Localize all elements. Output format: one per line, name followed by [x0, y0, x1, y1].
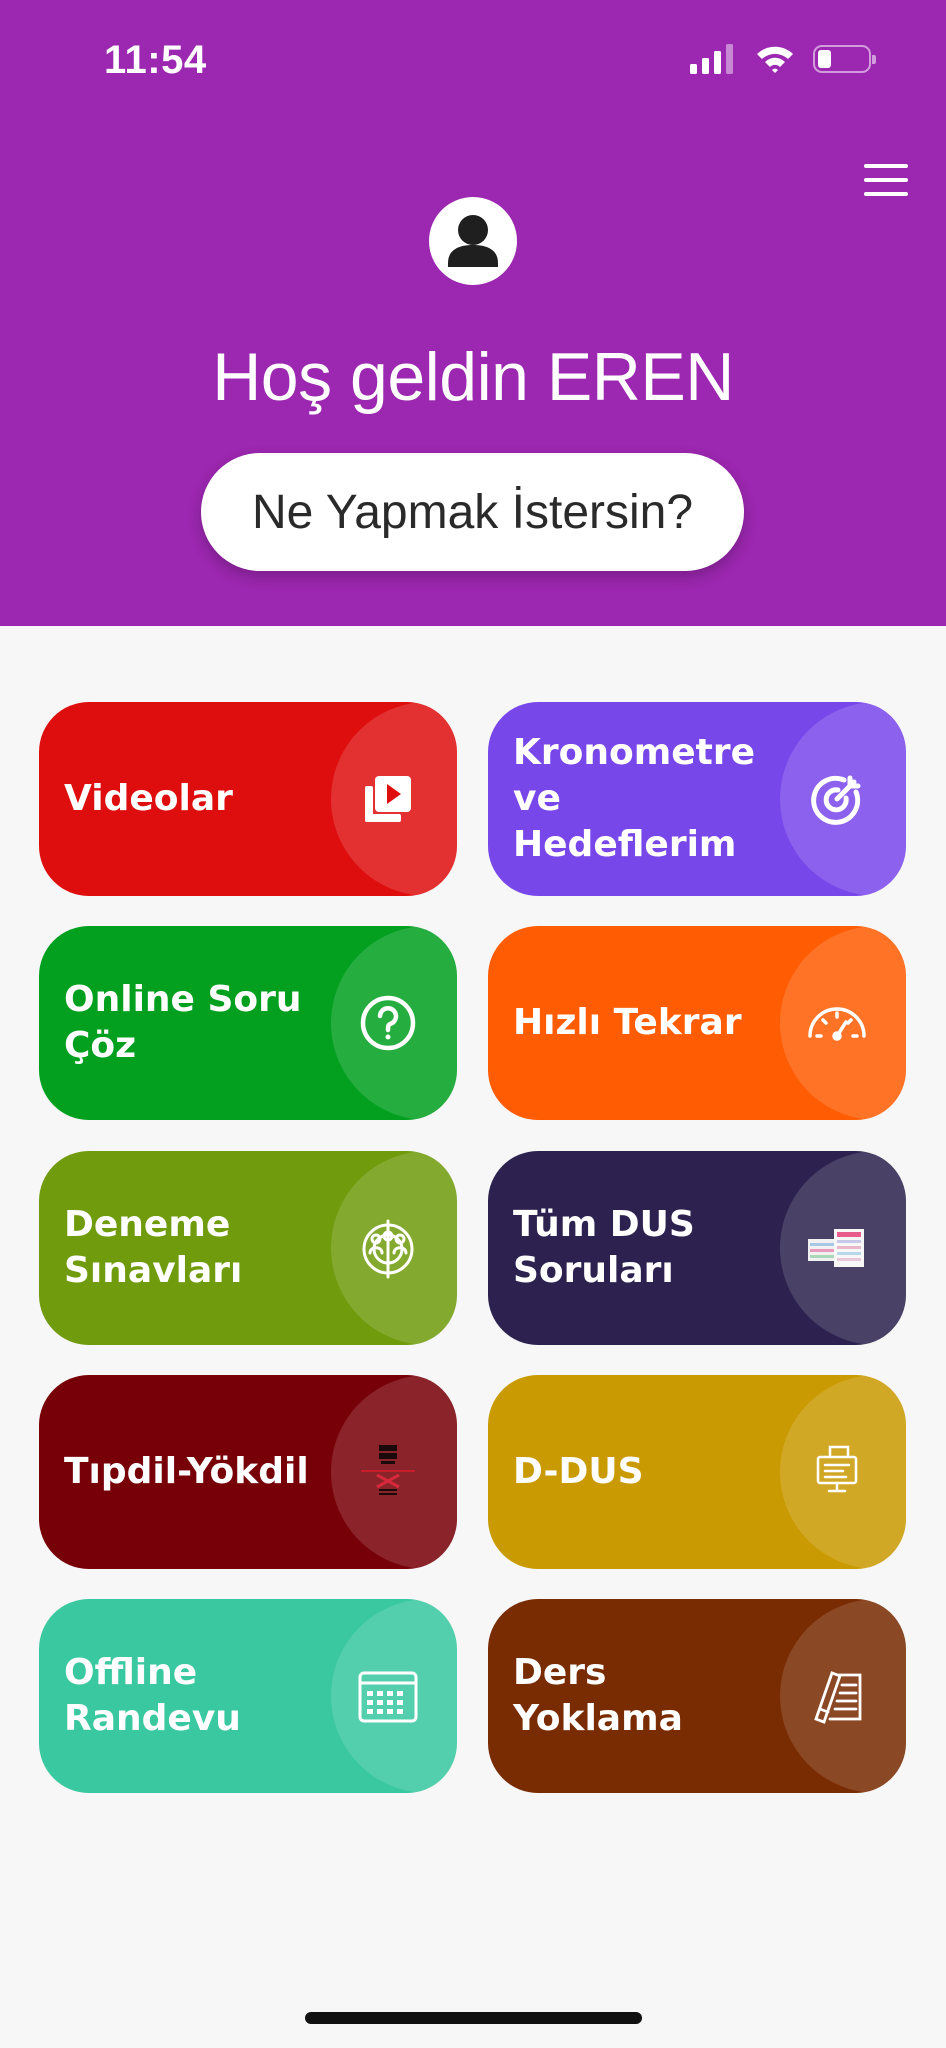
- header: 11:54 Hoş geldin EREN Ne Yapmak İstersin…: [0, 0, 946, 626]
- monitor-document-icon: [806, 1441, 868, 1503]
- kronometre-card[interactable]: Kronometre ve Hedeflerim: [488, 702, 906, 896]
- target-icon: [806, 768, 868, 830]
- pencil-list-icon: [806, 1665, 868, 1727]
- card-label: D-DUS: [513, 1451, 644, 1492]
- question-circle-icon: [357, 992, 419, 1054]
- card-label: Deneme Sınavları: [64, 1204, 243, 1291]
- video-library-icon: [357, 768, 419, 830]
- card-label: Kronometre ve Hedeflerim: [513, 732, 756, 865]
- greeting-title: Hoş geldin EREN: [212, 339, 734, 415]
- user-avatar-icon[interactable]: [429, 197, 517, 285]
- hizli-tekrar-card[interactable]: Hızlı Tekrar: [488, 926, 906, 1120]
- card-label: Ders Yoklama: [513, 1652, 683, 1739]
- wifi-icon: [757, 46, 793, 73]
- what-to-do-button[interactable]: Ne Yapmak İstersin?: [201, 453, 744, 571]
- book-thumbnail-icon: [806, 1217, 868, 1279]
- calendar-icon: [357, 1665, 419, 1727]
- speedometer-icon: [806, 992, 868, 1054]
- home-indicator[interactable]: [305, 2012, 642, 2024]
- card-label: Online Soru Çöz: [64, 979, 302, 1066]
- card-label: Hızlı Tekrar: [513, 1002, 742, 1043]
- status-time: 11:54: [104, 38, 207, 82]
- deneme-sinavlari-card[interactable]: Deneme Sınavları: [39, 1151, 457, 1345]
- ders-yoklama-card[interactable]: Ders Yoklama: [488, 1599, 906, 1793]
- cellular-signal-icon: [690, 44, 733, 74]
- online-soru-card[interactable]: Online Soru Çöz: [39, 926, 457, 1120]
- offline-randevu-card[interactable]: Offline Randevu: [39, 1599, 457, 1793]
- battery-icon: [813, 45, 876, 73]
- tipdil-yokdil-card[interactable]: Tıpdil-Yökdil: [39, 1375, 457, 1569]
- group-target-icon: [357, 1217, 419, 1279]
- hamburger-menu-icon[interactable]: [864, 164, 910, 198]
- card-label: Tüm DUS Soruları: [513, 1204, 695, 1291]
- d-dus-card[interactable]: D-DUS: [488, 1375, 906, 1569]
- tipdil-logo-icon: [357, 1441, 419, 1503]
- card-label: Tıpdil-Yökdil: [64, 1451, 309, 1492]
- card-label: Offline Randevu: [64, 1652, 241, 1739]
- card-label: Videolar: [64, 778, 233, 819]
- status-icons: [690, 44, 876, 74]
- tum-dus-sorulari-card[interactable]: Tüm DUS Soruları: [488, 1151, 906, 1345]
- videolar-card[interactable]: Videolar: [39, 702, 457, 896]
